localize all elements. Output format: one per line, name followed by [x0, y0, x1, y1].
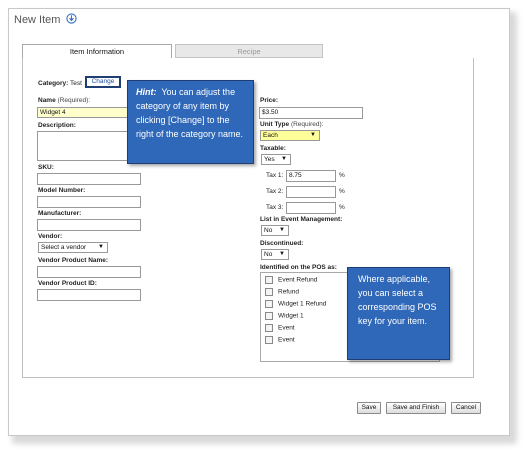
- category-value: Test: [70, 80, 82, 87]
- tax-3-label: Tax 3:: [266, 204, 284, 211]
- pos-item[interactable]: Widget 1 Refund: [265, 300, 326, 308]
- hint-callout: Hint: You can adjust the category of any…: [127, 80, 254, 164]
- dropdown-arrow-icon: ▼: [98, 244, 104, 250]
- save-and-finish-button[interactable]: Save and Finish: [386, 402, 446, 414]
- discontinued-select[interactable]: No ▼: [261, 249, 289, 260]
- hint-title: Hint:: [136, 87, 157, 97]
- taxable-label: Taxable:: [260, 145, 286, 152]
- vendor-product-name-field[interactable]: [37, 266, 141, 278]
- vendor-label: Vendor:: [38, 233, 63, 240]
- description-label: Description:: [38, 122, 76, 129]
- tax-1-field[interactable]: 8.75: [286, 170, 336, 182]
- name-field[interactable]: Widget 4: [37, 107, 129, 118]
- checkbox[interactable]: [265, 324, 273, 332]
- page-title: New Item: [14, 14, 61, 26]
- event-management-select[interactable]: No ▼: [261, 225, 289, 236]
- tax-2-percent: %: [339, 188, 345, 195]
- price-label: Price:: [260, 97, 279, 104]
- event-management-label: List in Event Management:: [260, 216, 343, 223]
- price-field[interactable]: $3.50: [259, 107, 363, 119]
- taxable-select[interactable]: Yes ▼: [261, 154, 291, 165]
- pos-item[interactable]: Event Refund: [265, 276, 317, 284]
- pos-item-label: Event Refund: [278, 276, 318, 284]
- unit-type-label: Unit Type: [260, 121, 290, 128]
- checkbox[interactable]: [265, 312, 273, 320]
- tax-3-field[interactable]: [286, 202, 336, 214]
- pos-callout: Where applicable, you can select a corre…: [347, 267, 450, 360]
- tax-2-field[interactable]: [286, 186, 336, 198]
- info-icon[interactable]: [66, 13, 77, 24]
- description-field[interactable]: [37, 131, 129, 161]
- pos-label: Identified on the POS as:: [260, 264, 337, 271]
- cancel-button[interactable]: Cancel: [451, 402, 481, 414]
- save-button[interactable]: Save: [357, 402, 381, 414]
- vendor-product-id-label: Vendor Product ID:: [38, 280, 97, 287]
- tax-3-percent: %: [339, 204, 345, 211]
- sku-field[interactable]: [37, 173, 141, 185]
- category-row: Category: Test: [38, 80, 82, 87]
- vendor-select-value: Select a vendor: [41, 244, 87, 251]
- model-number-field[interactable]: [37, 196, 141, 208]
- tax-1-label: Tax 1:: [266, 172, 284, 179]
- checkbox[interactable]: [265, 336, 273, 344]
- tax-1-percent: %: [339, 172, 345, 179]
- manufacturer-label: Manufacturer:: [38, 210, 82, 217]
- vendor-product-id-field[interactable]: [37, 289, 141, 301]
- manufacturer-field[interactable]: [37, 219, 141, 231]
- pos-item[interactable]: Widget 1: [265, 312, 304, 320]
- model-number-label: Model Number:: [38, 187, 86, 194]
- pos-item[interactable]: Event: [265, 324, 295, 332]
- checkbox[interactable]: [265, 288, 273, 296]
- tax-2-label: Tax 2:: [266, 188, 284, 195]
- pos-item-label: Widget 1 Refund: [278, 300, 327, 308]
- pos-item-label: Event: [278, 336, 295, 344]
- dropdown-arrow-icon: ▼: [281, 156, 287, 162]
- discontinued-label: Discontinued:: [260, 240, 304, 247]
- event-management-select-value: No: [264, 227, 273, 234]
- name-label: Name: [38, 97, 56, 104]
- pos-item[interactable]: Event: [265, 336, 295, 344]
- change-category-button[interactable]: Change: [85, 76, 121, 88]
- dropdown-arrow-icon: ▼: [310, 132, 316, 138]
- taxable-select-value: Yes: [264, 156, 275, 163]
- name-label-row: Name (Required):: [38, 97, 90, 104]
- dropdown-arrow-icon: ▼: [279, 251, 285, 257]
- unit-type-select[interactable]: Each ▼: [260, 130, 320, 141]
- tab-recipe[interactable]: Recipe: [175, 44, 323, 58]
- discontinued-select-value: No: [264, 251, 273, 258]
- vendor-select[interactable]: Select a vendor ▼: [38, 242, 108, 253]
- pos-item[interactable]: Refund: [265, 288, 299, 296]
- pos-item-label: Refund: [278, 288, 299, 296]
- unit-type-label-row: Unit Type (Required):: [260, 121, 323, 128]
- sku-label: SKU:: [38, 164, 54, 171]
- unit-type-select-value: Each: [263, 132, 278, 139]
- vendor-product-name-label: Vendor Product Name:: [38, 257, 109, 264]
- name-required-label: (Required):: [57, 97, 91, 104]
- tab-item-information[interactable]: Item Information: [22, 44, 172, 58]
- category-label: Category:: [38, 80, 69, 87]
- pos-item-label: Widget 1: [278, 312, 304, 320]
- pos-callout-text: Where applicable, you can select a corre…: [358, 274, 437, 326]
- change-category-label: Change: [91, 78, 115, 85]
- checkbox[interactable]: [265, 276, 273, 284]
- unit-type-required-label: (Required):: [290, 121, 324, 128]
- pos-item-label: Event: [278, 324, 295, 332]
- checkbox[interactable]: [265, 300, 273, 308]
- dropdown-arrow-icon: ▼: [279, 227, 285, 233]
